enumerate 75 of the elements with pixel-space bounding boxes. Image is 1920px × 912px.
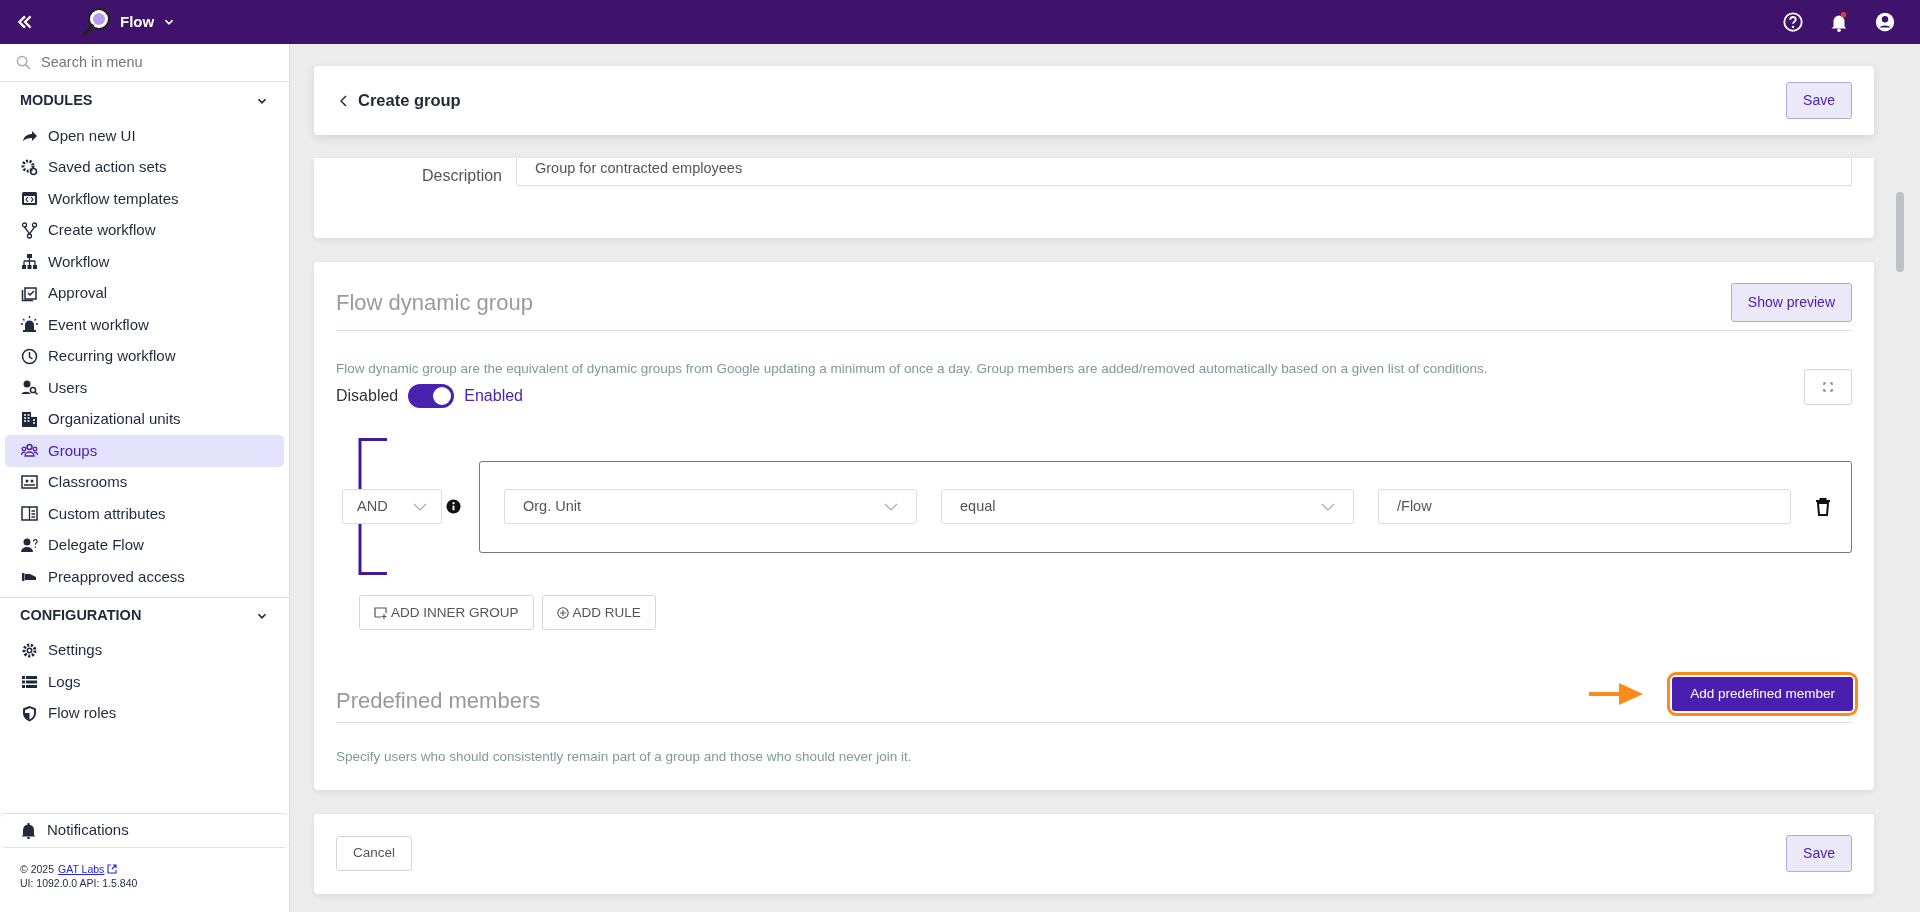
scrollbar[interactable]	[1896, 192, 1904, 272]
user-question-icon	[21, 536, 38, 554]
add-rule-button[interactable]: ADD RULE	[541, 595, 656, 631]
menu-item[interactable]: Organizational units	[5, 403, 284, 435]
value-field[interactable]: /Flow	[1378, 489, 1791, 525]
field-select[interactable]: Org. Unit	[504, 489, 917, 525]
clock-icon	[21, 347, 38, 365]
menu-item[interactable]: Groups	[5, 435, 284, 467]
version-text: UI: 1092.0.0 API: 1.5.840	[20, 875, 139, 890]
help-icon[interactable]	[1782, 11, 1804, 33]
menu-item[interactable]: Custom attributes	[5, 498, 284, 530]
collapse-icon[interactable]	[16, 13, 34, 31]
account-icon[interactable]	[1874, 11, 1896, 33]
menu-item[interactable]: Flow roles	[5, 697, 284, 729]
hierarchy-icon	[21, 253, 38, 271]
menu-item[interactable]: Workflow	[5, 246, 284, 278]
group-add-icon	[374, 606, 387, 619]
menu-item[interactable]: Delegate Flow	[5, 529, 284, 561]
menu-item[interactable]: Approval	[5, 277, 284, 309]
magnifier-logo-icon	[82, 7, 112, 37]
save-button[interactable]: Save	[1786, 82, 1852, 119]
add-inner-group-button[interactable]: ADD INNER GROUP	[359, 595, 534, 631]
operator-select[interactable]: AND	[342, 489, 442, 525]
menu-item[interactable]: Workflow templates	[5, 183, 284, 215]
bell-icon	[20, 821, 37, 839]
help-text: Specify users who should consistently remain part of a group and those who should never join it.	[336, 748, 913, 767]
menu-item[interactable]: Logs	[5, 666, 284, 698]
trash-icon[interactable]	[1815, 497, 1831, 516]
building-icon	[21, 410, 38, 428]
siren-icon	[21, 316, 38, 334]
toggle-off-label: Disabled	[336, 386, 399, 407]
menu-item[interactable]: Users	[5, 372, 284, 404]
menu-item[interactable]: Classrooms	[5, 466, 284, 498]
description-field[interactable]: Group for contracted employees	[516, 158, 1852, 186]
arrow-annotation-icon	[1589, 681, 1644, 708]
list-icon	[21, 673, 38, 691]
menu-item[interactable]: Event workflow	[5, 309, 284, 341]
code-window-icon	[21, 190, 38, 208]
checklist-icon	[21, 284, 38, 302]
copyright-text: © 2025	[20, 861, 54, 876]
save-button[interactable]: Save	[1786, 835, 1852, 872]
field-label: Description	[420, 166, 503, 186]
user-search-icon	[21, 379, 38, 397]
search-icon	[16, 55, 31, 70]
people-icon	[21, 442, 38, 460]
show-preview-button[interactable]: Show preview	[1730, 283, 1852, 322]
section-title: Flow dynamic group	[336, 289, 533, 317]
menu-item[interactable]: Open new UI	[5, 120, 284, 152]
branch-icon	[21, 221, 38, 239]
menu-item[interactable]: Settings	[5, 634, 284, 666]
section-heading: CONFIGURATION	[20, 606, 142, 626]
menu-item[interactable]: Create workflow	[5, 214, 284, 246]
condition-select[interactable]: equal	[941, 489, 1354, 525]
external-link-icon[interactable]	[107, 863, 118, 874]
cancel-button[interactable]: Cancel	[336, 836, 413, 871]
shield-icon	[21, 704, 38, 722]
help-text: Flow dynamic group are the equivalent of dynamic groups from Google updating a minimum of once a day. Group members are added/removed automatically based on a given list of conditions.	[336, 360, 1489, 378]
panel-icon	[21, 505, 38, 523]
toggle-switch[interactable]	[408, 384, 455, 409]
settings-icon	[21, 641, 38, 659]
company-link[interactable]: GAT Labs	[58, 861, 105, 876]
toggle-on-label: Enabled	[464, 386, 523, 407]
section-heading: MODULES	[20, 91, 93, 111]
screen-icon	[21, 473, 38, 491]
page-title: Create group	[358, 90, 461, 112]
menu-item[interactable]: Recurring workflow	[5, 340, 284, 372]
menu-item[interactable]: Saved action sets	[5, 151, 284, 183]
section-title: Predefined members	[336, 687, 541, 716]
notifications-item[interactable]: Notifications	[0, 812, 289, 848]
app-name[interactable]: Flow	[120, 10, 155, 34]
plus-circle-icon	[556, 606, 569, 619]
menu-item[interactable]: Preapproved access	[5, 561, 284, 593]
add-predefined-member-button[interactable]: Add predefined member	[1672, 677, 1853, 712]
info-icon[interactable]	[446, 499, 461, 515]
expand-icon	[1823, 382, 1833, 393]
